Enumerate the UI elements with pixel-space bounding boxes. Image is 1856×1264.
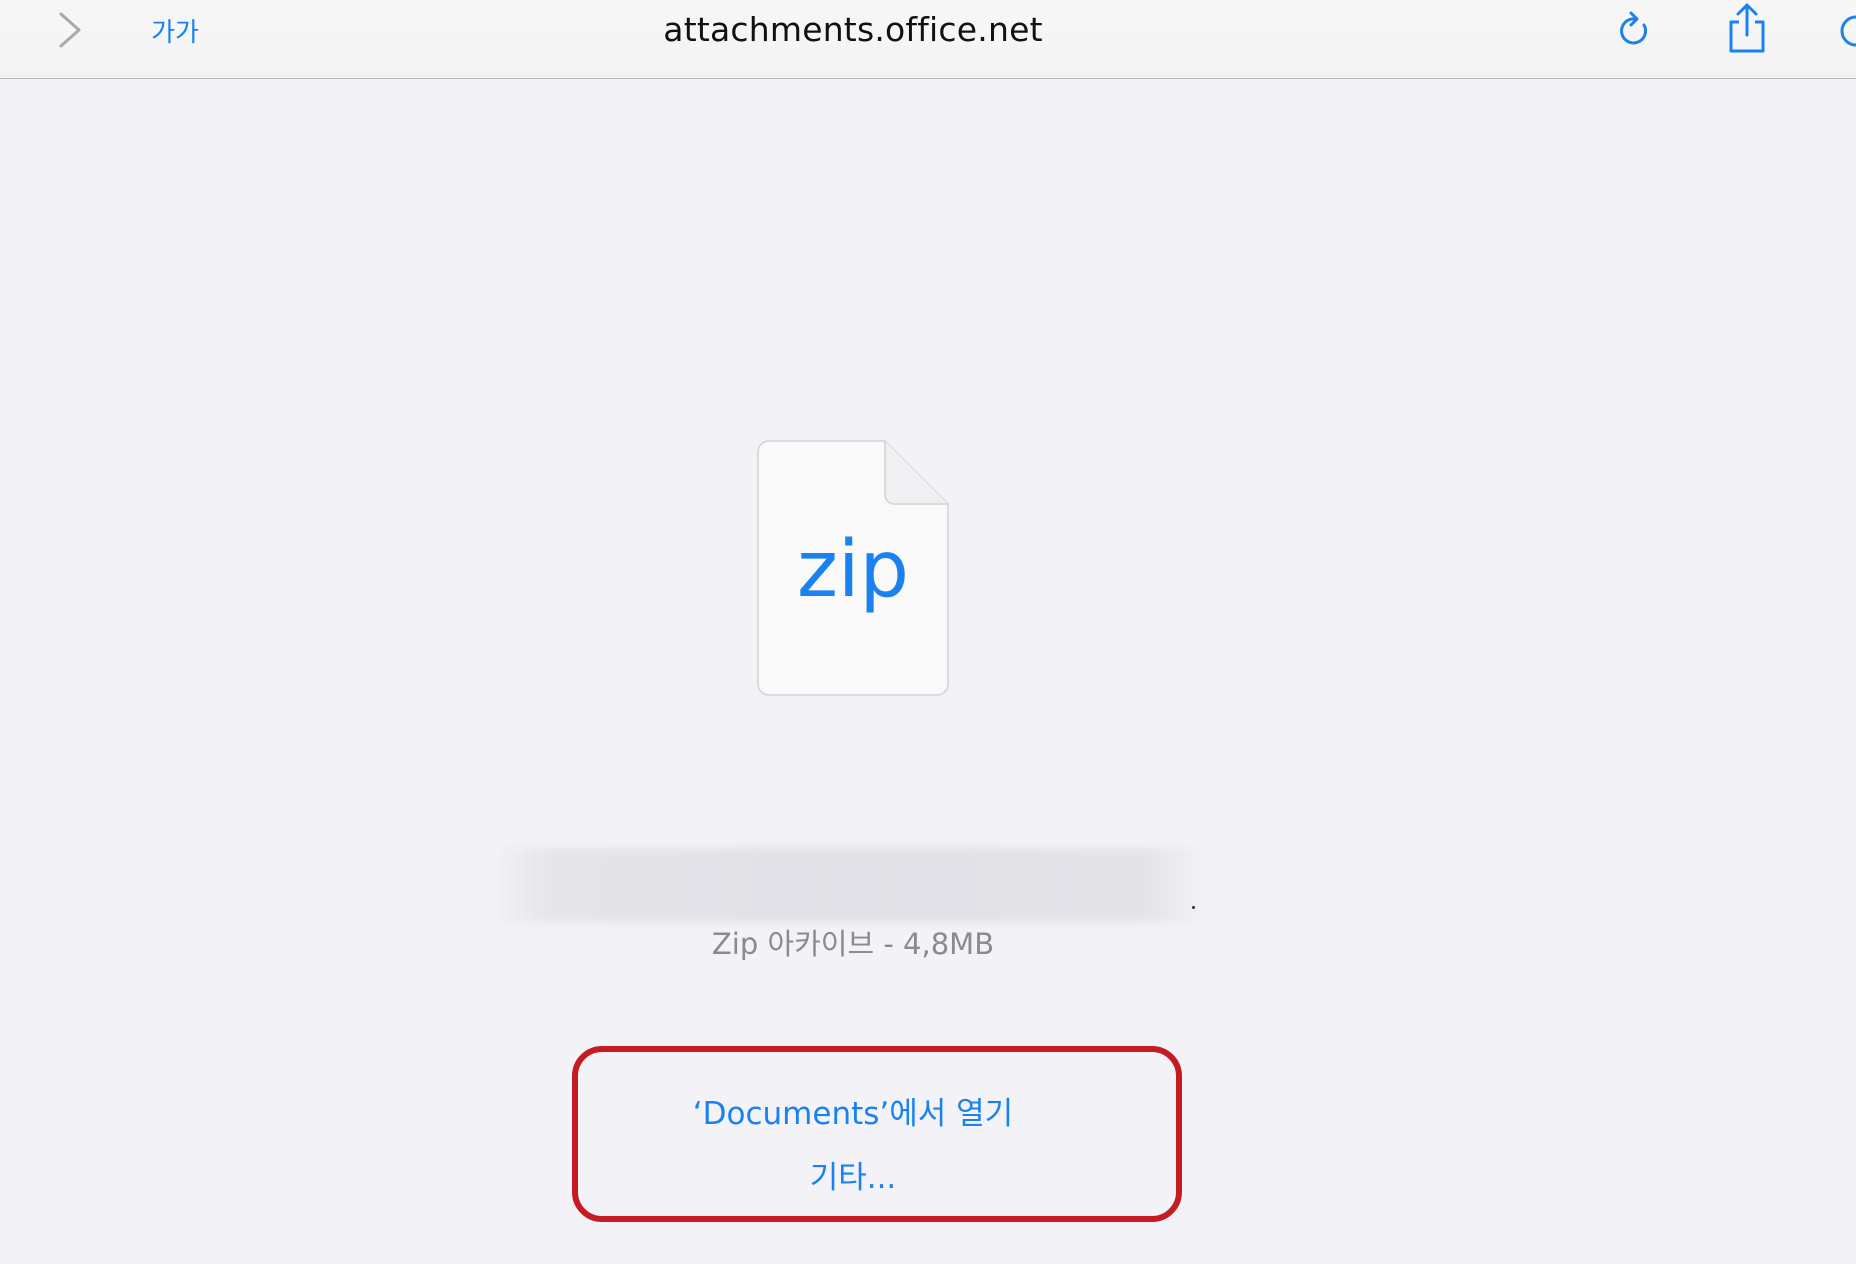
filename-redacted bbox=[500, 848, 1200, 922]
more-options-button[interactable]: 기타... bbox=[600, 1152, 1106, 1196]
file-info: Zip 아카이브 - 4,8MB bbox=[711, 927, 995, 961]
tabs-icon[interactable] bbox=[1836, 6, 1856, 56]
reload-icon[interactable] bbox=[1610, 6, 1660, 56]
reader-text-size-button[interactable]: 가가 bbox=[140, 8, 210, 52]
filename-redaction-mark bbox=[1192, 906, 1195, 909]
browser-toolbar: 가가 attachments.office.net bbox=[0, 0, 1856, 79]
share-icon[interactable] bbox=[1720, 0, 1774, 56]
chevron-right-icon[interactable] bbox=[48, 6, 92, 54]
file-extension-label: zip bbox=[796, 525, 910, 615]
open-in-documents-button[interactable]: ‘Documents’에서 열기 bbox=[600, 1088, 1106, 1132]
address-bar[interactable]: attachments.office.net bbox=[560, 4, 1146, 54]
